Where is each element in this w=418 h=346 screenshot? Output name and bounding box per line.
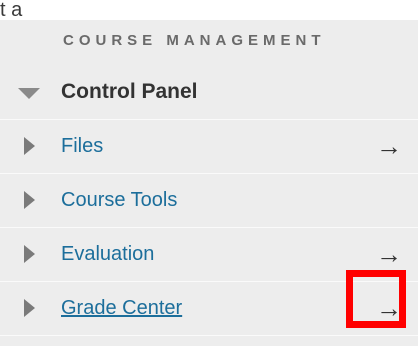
files-link[interactable]: Files	[61, 133, 103, 159]
menu-item-files[interactable]: Files →	[0, 120, 418, 174]
control-panel-row[interactable]: Control Panel	[0, 66, 418, 120]
evaluation-link[interactable]: Evaluation	[61, 241, 154, 267]
triangle-right-icon[interactable]	[24, 299, 35, 317]
triangle-down-icon[interactable]	[18, 88, 40, 99]
grade-center-link[interactable]: Grade Center	[61, 295, 182, 321]
control-panel-label: Control Panel	[61, 80, 198, 103]
clipped-text-fragment: t a	[0, 0, 23, 21]
right-arrow-icon[interactable]: →	[376, 240, 402, 268]
triangle-right-icon[interactable]	[24, 191, 35, 209]
course-management-panel: COURSE MANAGEMENT Control Panel Files → …	[0, 20, 418, 346]
right-arrow-icon[interactable]: →	[376, 132, 402, 160]
triangle-right-icon[interactable]	[24, 137, 35, 155]
menu-item-course-tools[interactable]: Course Tools	[0, 174, 418, 228]
triangle-right-icon[interactable]	[24, 245, 35, 263]
highlight-box	[346, 270, 406, 328]
course-tools-link[interactable]: Course Tools	[61, 187, 177, 213]
section-heading: COURSE MANAGEMENT	[63, 32, 326, 49]
